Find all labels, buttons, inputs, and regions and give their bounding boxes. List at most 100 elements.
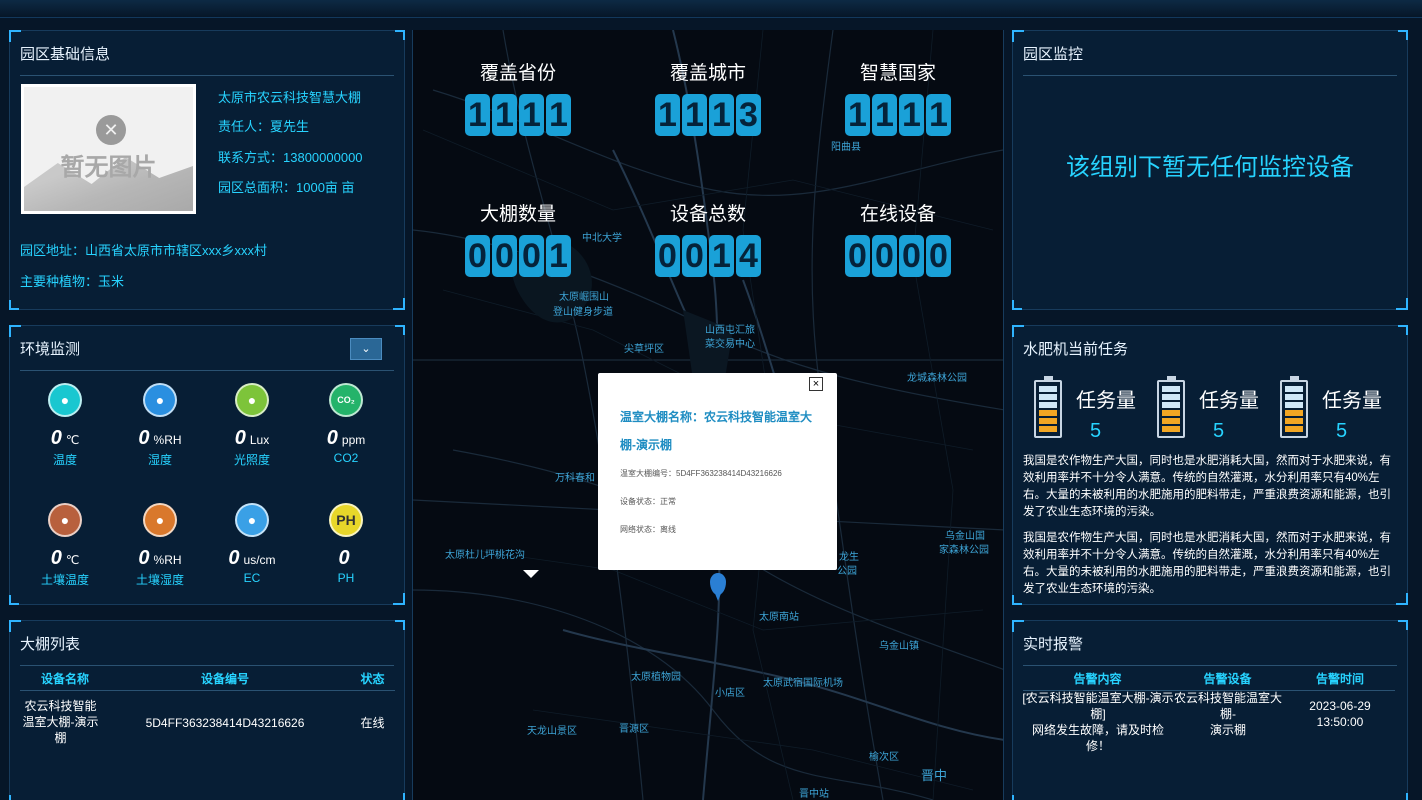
sensor-value: 0 %RH — [138, 547, 182, 569]
soil-thermometer-icon: ● — [48, 503, 82, 537]
stat-title: 覆盖省份 — [479, 63, 556, 84]
stat-digits: 1113 — [655, 94, 761, 136]
panel-title: 环境监测 — [20, 341, 81, 358]
sensor-value: 0 ℃ — [50, 547, 80, 569]
sensor-label: 温度 — [52, 453, 77, 467]
park-name: 太原市农云科技智慧大棚 — [218, 90, 362, 105]
column-header: 告警时间 — [1315, 672, 1364, 686]
map-label: 太原植物园 — [631, 672, 681, 683]
monitor-panel: 园区监控 该组别下暂无任何监控设备 — [1012, 30, 1408, 310]
column-header: 状态 — [360, 672, 385, 686]
map-label: 太原杜儿坪桃花沟 — [445, 550, 525, 561]
map-label: 小店区 — [715, 688, 745, 699]
battery-icon — [1157, 376, 1185, 438]
sensor-value: 0 ppm — [326, 427, 366, 449]
map-label: 太原崛围山 — [559, 292, 609, 303]
alarm-device[interactable]: 农云科技智能温室大棚- 演示棚 — [1172, 690, 1284, 738]
map-label: 山西屯汇旅 — [705, 325, 755, 336]
map-view[interactable]: 覆盖省份 1111 覆盖城市 1113 智慧国家 1111 大棚数量 0001 … — [412, 30, 1004, 800]
sensor-光照度: ● 0 Lux 光照度 — [212, 383, 292, 468]
map-label: 登山健身步道 — [553, 307, 613, 318]
map-label: 龙生 — [839, 552, 859, 563]
top-bar — [0, 0, 1422, 18]
ph-icon: PH — [329, 503, 363, 537]
task-count: 5 — [1336, 420, 1348, 442]
map-label: 尖草坪区 — [624, 344, 664, 355]
humidity-icon: ● — [143, 383, 177, 417]
sensor-label: 土壤湿度 — [135, 573, 184, 587]
table-cell-status: 在线 — [360, 716, 385, 730]
sensor-label: 湿度 — [147, 453, 172, 467]
table-cell-id[interactable]: 5D4FF363238414D43216626 — [140, 715, 310, 731]
map-label: 万科春和 — [555, 473, 595, 484]
sensor-EC: ● 0 us/cm EC — [212, 503, 292, 585]
column-header: 告警设备 — [1203, 672, 1252, 686]
co2-icon: CO₂ — [329, 383, 363, 417]
panel-title: 园区监控 — [1023, 46, 1084, 63]
chevron-down-icon: ⌄ — [361, 343, 371, 355]
stat-digits: 0001 — [465, 235, 571, 277]
alarm-time: 2023-06-29 13:50:00 — [1309, 699, 1371, 729]
fertilizer-description: 我国是农作物生产大国，同时也是水肥消耗大国，然而对于水肥来说，有效利用率并不十分… — [1023, 532, 1391, 595]
column-header: 设备编号 — [200, 672, 249, 686]
map-label: 晋中 — [921, 768, 948, 783]
map-label: 乌金山镇 — [879, 641, 919, 652]
popup-tail — [523, 570, 539, 578]
no-image-text: 暂无图片 — [60, 154, 157, 181]
thermometer-icon: ● — [48, 383, 82, 417]
sensor-label: 土壤温度 — [40, 573, 89, 587]
soil-humidity-icon: ● — [143, 503, 177, 537]
panel-title: 园区基础信息 — [20, 46, 111, 63]
close-icon[interactable]: × — [809, 377, 823, 391]
map-label: 榆次区 — [869, 752, 899, 763]
panel-title: 水肥机当前任务 — [1023, 341, 1129, 358]
map-label: 菜交易中心 — [705, 339, 755, 350]
park-contact: 联系方式：13800000000 — [218, 150, 363, 165]
popup-greenhouse-id: 温室大棚编号：5D4FF363238414D43216626 — [620, 469, 782, 478]
divider — [20, 665, 394, 666]
sensor-温度: ● 0 ℃ 温度 — [25, 383, 105, 468]
sensor-value: 0 Lux — [234, 427, 270, 449]
sensor-湿度: ● 0 %RH 湿度 — [120, 383, 200, 468]
ec-icon: ● — [235, 503, 269, 537]
park-manager: 责任人：夏先生 — [218, 119, 310, 134]
map-label: 太原南站 — [759, 612, 799, 623]
stat-digits: 0000 — [845, 235, 951, 277]
table-cell-name[interactable]: 农云科技智能 温室大棚-演示 棚 — [18, 698, 103, 746]
alarm-content[interactable]: [农云科技智能温室大棚-演示棚] 网络发生故障，请及时检修！ — [1022, 690, 1174, 754]
sun-icon: ● — [235, 383, 269, 417]
stat-title: 覆盖城市 — [669, 63, 746, 84]
column-header: 告警内容 — [1073, 672, 1122, 686]
map-label: 龙城森林公园 — [907, 373, 967, 384]
divider — [20, 75, 394, 76]
sensor-value: 0 — [338, 547, 350, 569]
sensor-CO2: CO₂ 0 ppm CO2 — [306, 383, 386, 465]
divider — [1023, 75, 1397, 76]
divider — [1023, 665, 1397, 666]
stat-digits: 1111 — [465, 94, 571, 136]
sensor-value: 0 %RH — [138, 427, 182, 449]
battery-icon — [1034, 376, 1062, 438]
sensor-label: PH — [337, 571, 355, 585]
sensor-group-dropdown[interactable]: ⌄ — [350, 338, 382, 360]
map-label: 晋源区 — [619, 724, 649, 735]
task-count: 5 — [1090, 420, 1102, 442]
park-crops: 主要种植物：玉米 — [20, 274, 125, 289]
park-area: 园区总面积：1000亩 亩 — [218, 180, 355, 195]
stat-title: 在线设备 — [859, 204, 936, 225]
image-logo-icon: ✕ — [96, 115, 126, 145]
task-label: 任务量 — [1076, 390, 1136, 412]
sensor-label: CO2 — [333, 451, 359, 465]
stat-title: 设备总数 — [669, 204, 746, 225]
stat-digits: 0014 — [655, 235, 761, 277]
map-label: 太原武宿国际机场 — [763, 678, 843, 689]
map-label: 乌金山国 — [945, 531, 985, 542]
map-label: 阳曲县 — [831, 142, 861, 153]
map-label: 公园 — [837, 566, 857, 577]
task-label: 任务量 — [1322, 390, 1382, 412]
sensor-value: 0 ℃ — [50, 427, 80, 449]
no-image-placeholder: ✕ 暂无图片 — [21, 84, 196, 214]
battery-icon — [1280, 376, 1308, 438]
sensor-value: 0 us/cm — [228, 547, 276, 569]
sensor-PH: PH 0 PH — [306, 503, 386, 585]
